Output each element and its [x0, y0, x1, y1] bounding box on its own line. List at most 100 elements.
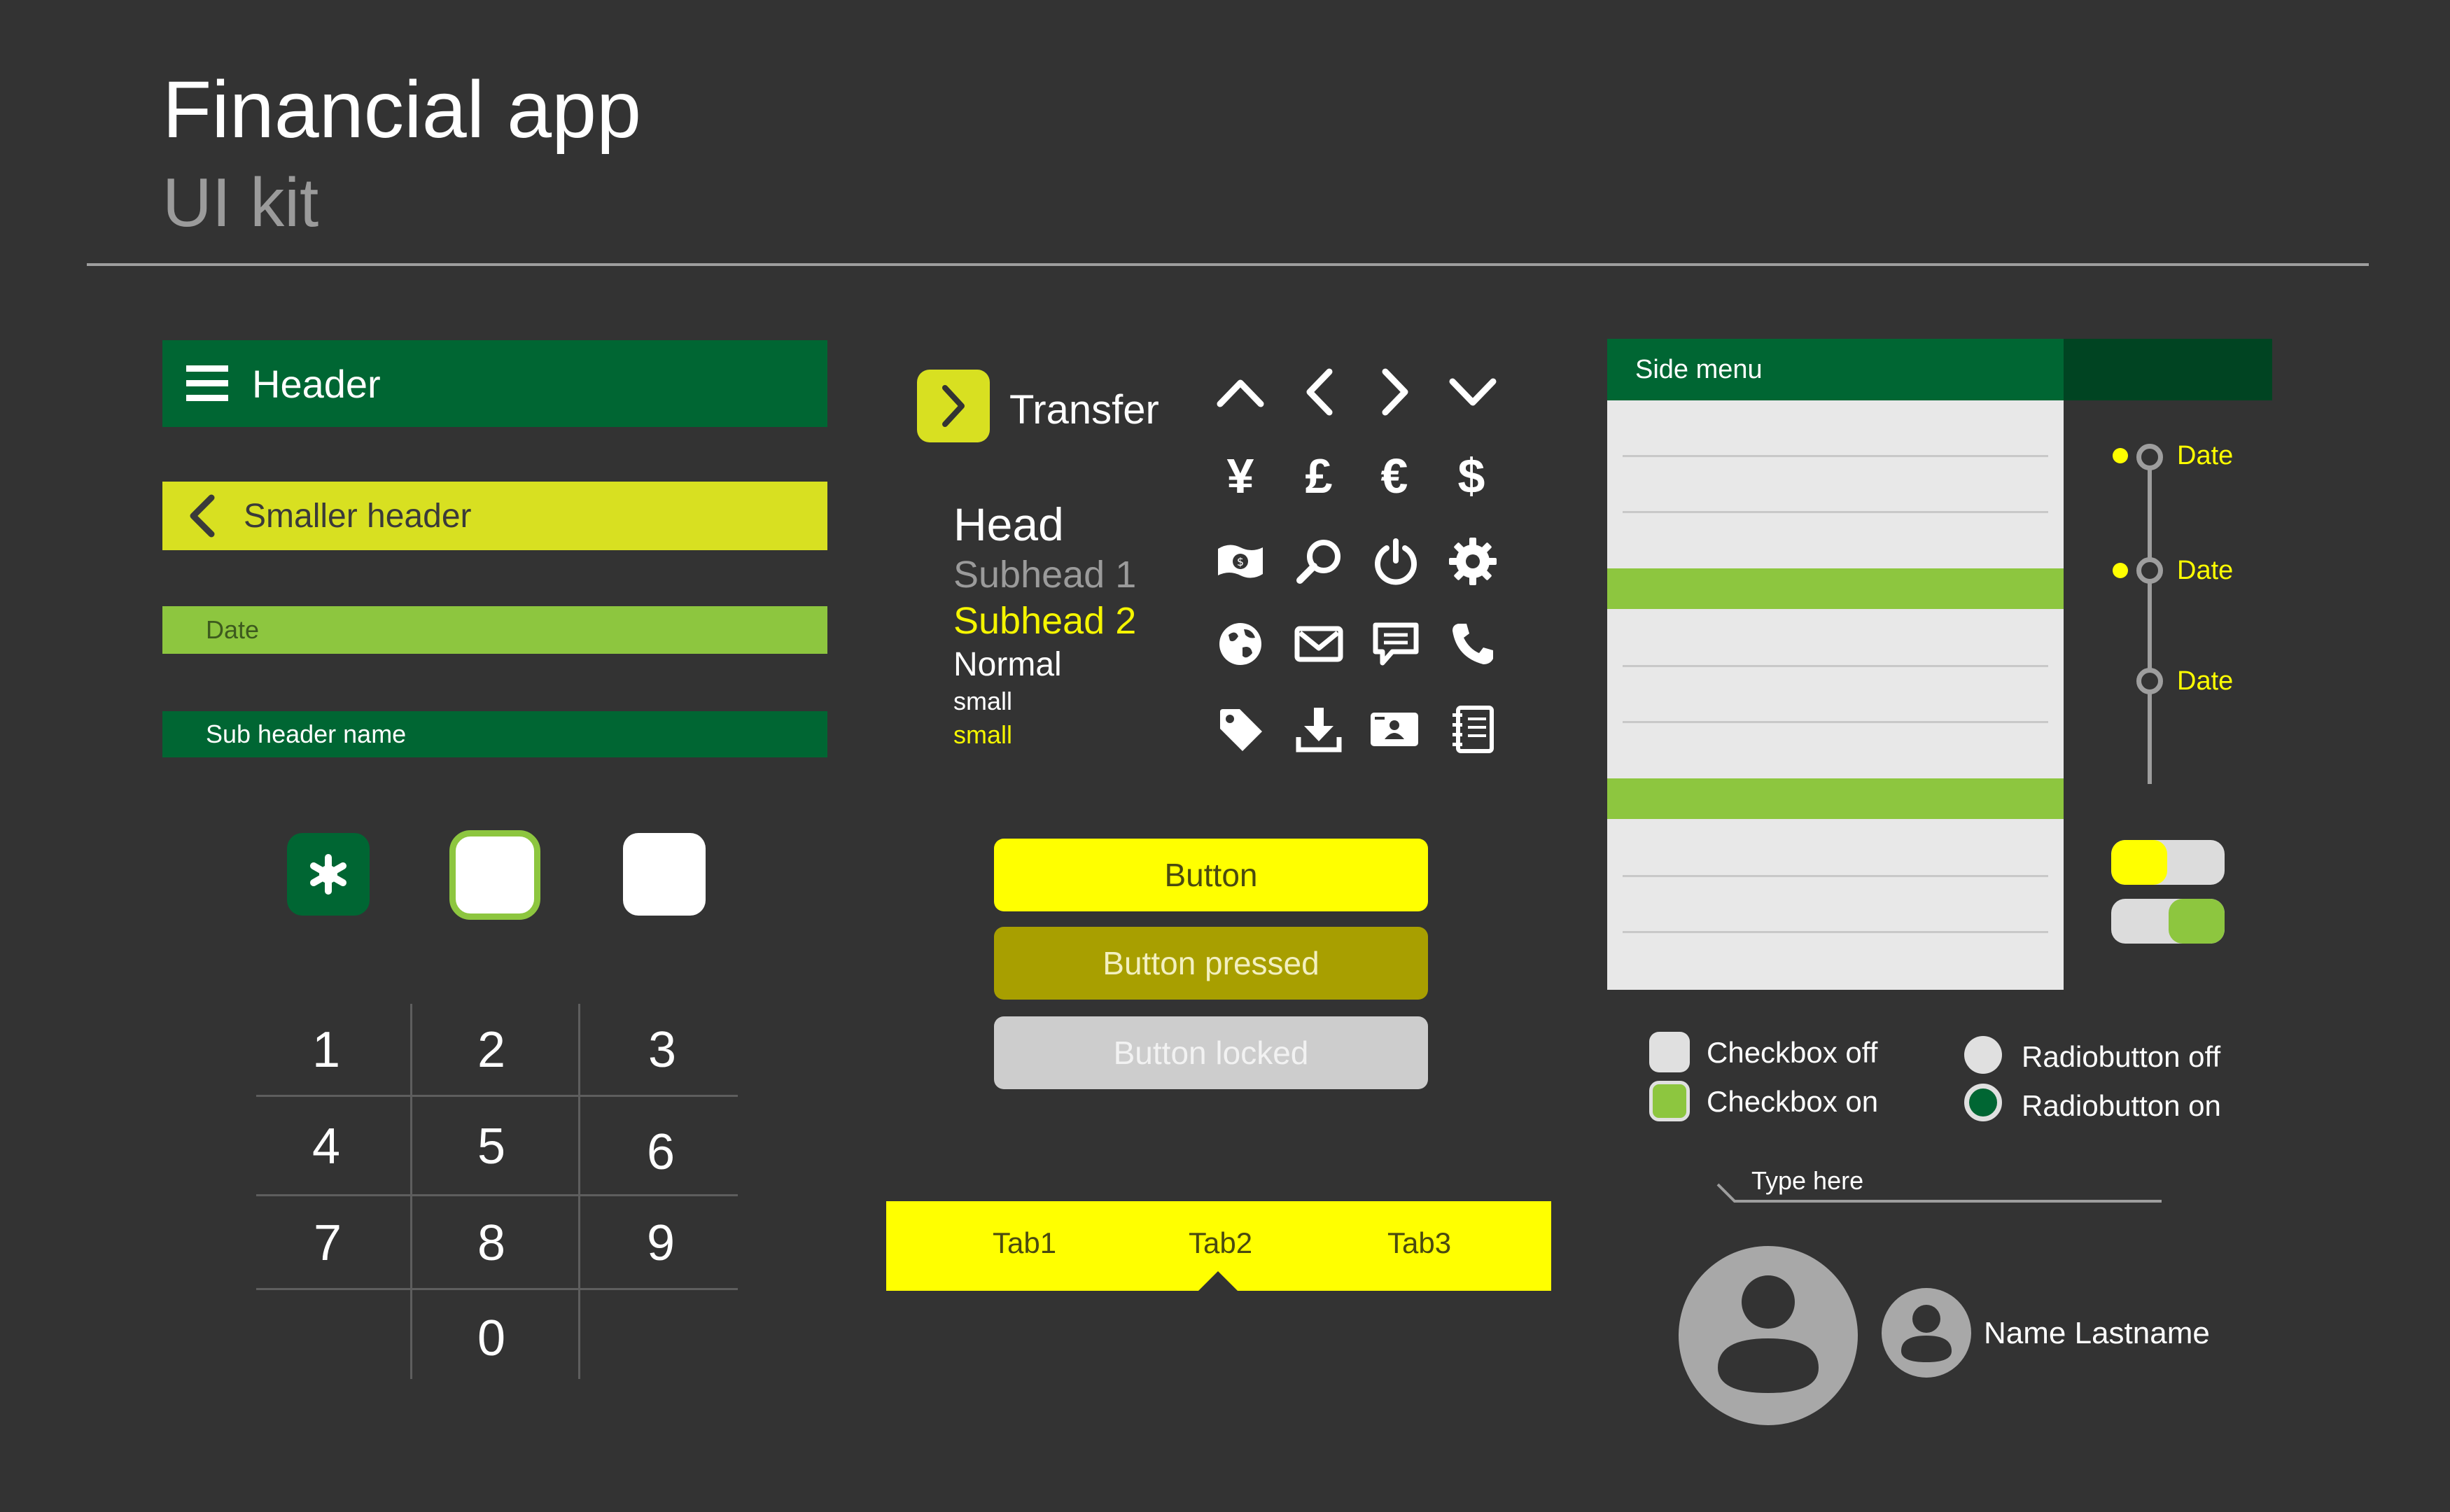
numeric-keypad: 1 2 3 4 5 6 7 8 9 0: [256, 1004, 738, 1379]
toggle-knob: [2169, 899, 2225, 944]
page-title: Financial app: [162, 65, 642, 155]
keypad-divider: [256, 1288, 738, 1290]
yen-glyph: ¥: [1226, 449, 1254, 503]
globe-icon[interactable]: [1212, 616, 1268, 672]
page-subtitle: UI kit: [162, 164, 319, 241]
timeline-node[interactable]: [2136, 444, 2163, 470]
radio-on[interactable]: [1964, 1084, 2002, 1121]
timeline-line: [2148, 455, 2152, 784]
toggle-on[interactable]: [2111, 899, 2225, 944]
dollar-icon: $: [1443, 448, 1499, 504]
search-icon[interactable]: [1291, 533, 1347, 589]
typo-normal: Normal: [953, 646, 1062, 683]
checkbox-on[interactable]: [1649, 1081, 1690, 1121]
tab-3[interactable]: Tab3: [1387, 1226, 1451, 1260]
chat-icon[interactable]: [1368, 616, 1424, 672]
keypad-key-6[interactable]: 6: [591, 1127, 731, 1177]
radio-off-label: Radiobutton off: [2022, 1040, 2221, 1073]
sub-header-bar: Sub header name: [162, 711, 827, 757]
menu-separator: [1623, 511, 2048, 513]
tab-active-indicator: [1198, 1271, 1238, 1291]
power-icon[interactable]: [1368, 533, 1424, 589]
tab-2[interactable]: Tab2: [1189, 1226, 1252, 1260]
chevron-down-icon[interactable]: [1445, 364, 1501, 420]
keypad-key-9[interactable]: 9: [591, 1218, 731, 1268]
keypad-key-8[interactable]: 8: [421, 1218, 561, 1268]
euro-glyph: €: [1380, 449, 1408, 503]
menu-separator: [1623, 665, 2048, 667]
menu-item-active[interactable]: [1607, 568, 2064, 609]
tab-1[interactable]: Tab1: [993, 1226, 1056, 1260]
text-input-placeholder: Type here: [1751, 1166, 1864, 1195]
keypad-key-5[interactable]: 5: [421, 1121, 561, 1172]
tab-bar: Tab1 Tab2 Tab3: [886, 1201, 1551, 1291]
keypad-key-0[interactable]: 0: [421, 1313, 561, 1364]
checkbox-off[interactable]: [1649, 1032, 1690, 1072]
timeline-dot: [2113, 448, 2128, 463]
keypad-key-3[interactable]: 3: [592, 1025, 732, 1075]
app-icon-active[interactable]: [287, 833, 370, 916]
checkbox-on-label: Checkbox on: [1707, 1085, 1879, 1118]
gear-icon[interactable]: [1445, 533, 1501, 589]
toggle-knob: [2111, 840, 2167, 885]
notebook-icon[interactable]: [1445, 701, 1501, 757]
keypad-key-4[interactable]: 4: [256, 1121, 396, 1172]
yen-icon: ¥: [1212, 448, 1268, 504]
euro-icon: €: [1366, 448, 1422, 504]
phone-icon[interactable]: [1445, 616, 1501, 672]
divider: [87, 263, 2369, 266]
tag-icon[interactable]: [1212, 701, 1268, 757]
timeline-node[interactable]: [2136, 668, 2163, 694]
avatar-small[interactable]: [1880, 1287, 1973, 1379]
keypad-key-7[interactable]: 7: [258, 1218, 398, 1268]
chevron-up-icon[interactable]: [1212, 364, 1268, 420]
pound-glyph: £: [1305, 449, 1333, 503]
hamburger-icon[interactable]: [186, 363, 228, 405]
toggle-off[interactable]: [2111, 840, 2225, 885]
pressed-button[interactable]: Button pressed: [994, 927, 1428, 1000]
primary-button[interactable]: Button: [994, 839, 1428, 911]
sub-header-label: Sub header name: [206, 720, 407, 748]
app-icon-default[interactable]: [623, 833, 706, 916]
dollar-glyph: $: [1457, 449, 1485, 503]
smaller-header-label: Smaller header: [244, 497, 472, 535]
timeline: Date Date Date: [2100, 434, 2268, 784]
header-label: Header: [252, 361, 381, 406]
menu-separator: [1623, 931, 2048, 933]
chevron-right-icon: [942, 385, 965, 427]
keypad-divider: [256, 1194, 738, 1196]
typo-small: small: [953, 687, 1013, 715]
money-icon[interactable]: $: [1212, 533, 1268, 589]
side-menu-overlay-bar: [2064, 339, 2272, 400]
profile-name: Name Lastname: [1984, 1316, 2210, 1350]
menu-item-active[interactable]: [1607, 778, 2064, 819]
keypad-key-1[interactable]: 1: [256, 1025, 396, 1075]
typo-subhead-1: Subhead 1: [953, 554, 1137, 596]
checkbox-off-label: Checkbox off: [1707, 1036, 1878, 1069]
avatar-large[interactable]: [1677, 1245, 1859, 1427]
keypad-divider: [578, 1004, 580, 1379]
chevron-right-icon[interactable]: [1368, 364, 1424, 420]
id-card-icon[interactable]: [1366, 701, 1422, 757]
smaller-header-bar[interactable]: Smaller header: [162, 482, 827, 550]
app-icon-selected[interactable]: [449, 830, 540, 920]
keypad-key-2[interactable]: 2: [421, 1025, 561, 1075]
keypad-divider: [256, 1095, 738, 1097]
timeline-date: Date: [2177, 666, 2234, 696]
typo-subhead-2: Subhead 2: [953, 600, 1137, 642]
pound-icon: £: [1291, 448, 1347, 504]
chevron-left-icon[interactable]: [1291, 364, 1347, 420]
timeline-dot: [2113, 563, 2128, 578]
keypad-divider: [410, 1004, 412, 1379]
side-menu-title: Side menu: [1635, 354, 1763, 384]
radio-off[interactable]: [1964, 1036, 2002, 1074]
download-icon[interactable]: [1291, 701, 1347, 757]
mail-icon[interactable]: [1291, 616, 1347, 672]
locked-button[interactable]: Button locked: [994, 1016, 1428, 1089]
timeline-node[interactable]: [2136, 557, 2163, 584]
side-menu-list: [1607, 400, 2064, 990]
transfer-button[interactable]: [917, 370, 990, 442]
side-menu-header[interactable]: Side menu: [1607, 339, 2064, 400]
header-bar[interactable]: Header: [162, 340, 827, 427]
back-chevron-icon[interactable]: [186, 493, 217, 538]
